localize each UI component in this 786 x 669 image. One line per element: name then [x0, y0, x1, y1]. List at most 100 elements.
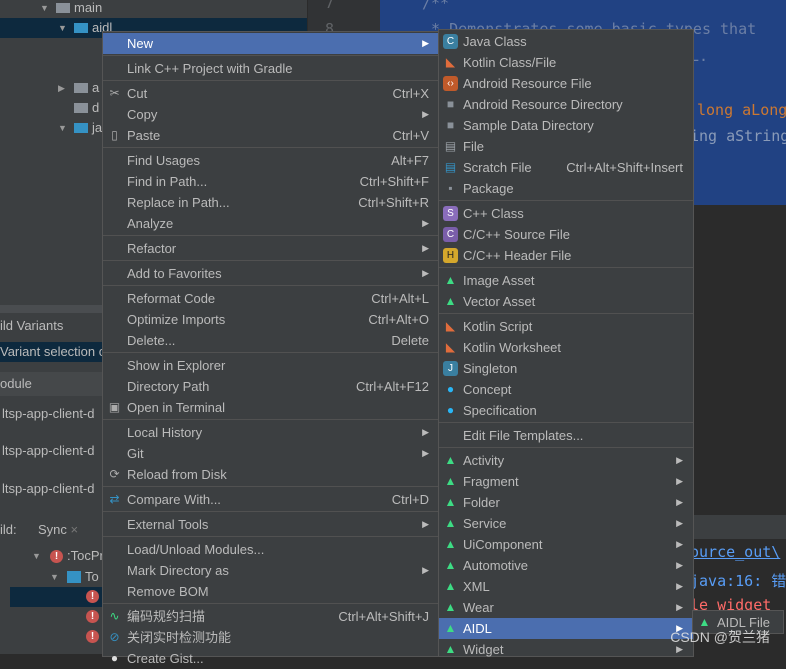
- menu-item-label: New: [127, 36, 154, 51]
- menu-item-create-gist[interactable]: ● Create Gist...: [103, 648, 439, 669]
- tab-sync[interactable]: Sync ×: [38, 520, 78, 540]
- menu-separator: [439, 267, 693, 268]
- menu-item-java-class[interactable]: C Java Class: [439, 31, 693, 52]
- menu-item-label: 关闭实时检测功能: [127, 630, 232, 645]
- menu-item-find-in-path[interactable]: Find in Path... Ctrl+Shift+F: [103, 171, 439, 192]
- menu-item-service[interactable]: ▲ Service ▶: [439, 513, 693, 534]
- menu-item[interactable]: ∿ 编码规约扫描 Ctrl+Alt+Shift+J: [103, 606, 439, 627]
- menu-item-singleton[interactable]: J Singleton: [439, 358, 693, 379]
- menu-item-directory-path[interactable]: Directory Path Ctrl+Alt+F12: [103, 376, 439, 397]
- menu-item-reload-from-disk[interactable]: ⟳ Reload from Disk: [103, 464, 439, 485]
- menu-item-image-asset[interactable]: ▲ Image Asset: [439, 270, 693, 291]
- menu-item-load-unload-modules[interactable]: Load/Unload Modules...: [103, 539, 439, 560]
- shortcut-label: Ctrl+V: [392, 128, 429, 143]
- menu-item-fragment[interactable]: ▲ Fragment ▶: [439, 471, 693, 492]
- menu-item-c-class[interactable]: S C++ Class: [439, 203, 693, 224]
- menu-item-package[interactable]: ▪ Package: [439, 178, 693, 199]
- context-menu: New ▶ Link C++ Project with Gradle ✂ Cut Ctrl…: [102, 31, 440, 666]
- menu-item-copy[interactable]: Copy ▶: [103, 104, 439, 125]
- menu-item-label: Android Resource Directory: [463, 97, 623, 112]
- menu-item-label: Delete...: [127, 333, 176, 348]
- menu-item-show-in-explorer[interactable]: Show in Explorer: [103, 355, 439, 376]
- menu-item-xml[interactable]: ▲ XML ▶: [439, 576, 693, 597]
- menu-item-label: Vector Asset: [463, 294, 536, 309]
- shortcut-label: Ctrl+Shift+F: [359, 174, 429, 189]
- menu-item-add-to-favorites[interactable]: Add to Favorites ▶: [103, 263, 439, 284]
- menu-item-cut[interactable]: ✂ Cut Ctrl+X: [103, 83, 439, 104]
- menu-item-folder[interactable]: ▲ Folder ▶: [439, 492, 693, 513]
- menu-item-vector-asset[interactable]: ▲ Vector Asset: [439, 291, 693, 312]
- menu-separator: [103, 80, 439, 81]
- menu-separator: [439, 200, 693, 201]
- menu-item-open-in-terminal[interactable]: ▣ Open in Terminal: [103, 397, 439, 418]
- menu-item-label: Cut: [127, 86, 148, 101]
- menu-item-activity[interactable]: ▲ Activity ▶: [439, 450, 693, 471]
- menu-item[interactable]: ⊘ 关闭实时检测功能: [103, 627, 439, 648]
- chevron-right-icon: ▶: [422, 427, 429, 437]
- menu-item-compare-with[interactable]: ⇄ Compare With... Ctrl+D: [103, 489, 439, 510]
- new-submenu: C Java Class ◣ Kotlin Class/File ‹› Android R…: [438, 29, 694, 657]
- menu-item-optimize-imports[interactable]: Optimize Imports Ctrl+Alt+O: [103, 309, 439, 330]
- menu-item-automotive[interactable]: ▲ Automotive ▶: [439, 555, 693, 576]
- menu-item-refactor[interactable]: Refactor ▶: [103, 238, 439, 259]
- menu-item-external-tools[interactable]: External Tools ▶: [103, 514, 439, 535]
- tree-item-main[interactable]: ▼ main: [0, 0, 307, 18]
- menu-item-android-resource-directory[interactable]: ■ Android Resource Directory: [439, 94, 693, 115]
- menu-item-file[interactable]: ▤ File: [439, 136, 693, 157]
- menu-item-kotlin-class-file[interactable]: ◣ Kotlin Class/File: [439, 52, 693, 73]
- menu-item-mark-directory-as[interactable]: Mark Directory as ▶: [103, 560, 439, 581]
- menu-item-label: Link C++ Project with Gradle: [127, 61, 293, 76]
- menu-item-wear[interactable]: ▲ Wear ▶: [439, 597, 693, 618]
- menu-item-new[interactable]: New ▶: [103, 33, 439, 54]
- menu-item-label: Show in Explorer: [127, 358, 226, 373]
- menu-item-find-usages[interactable]: Find Usages Alt+F7: [103, 150, 439, 171]
- menu-item-scratch-file[interactable]: ▤ Scratch File Ctrl+Alt+Shift+Insert: [439, 157, 693, 178]
- shortcut-label: Alt+F7: [391, 153, 429, 168]
- menu-item-uicomponent[interactable]: ▲ UiComponent ▶: [439, 534, 693, 555]
- menu-item-replace-in-path[interactable]: Replace in Path... Ctrl+Shift+R: [103, 192, 439, 213]
- shortcut-label: Ctrl+Alt+O: [368, 312, 429, 327]
- shortcut-label: Ctrl+D: [391, 492, 429, 507]
- shortcut-label: Delete: [391, 333, 429, 348]
- menu-item-kotlin-worksheet[interactable]: ◣ Kotlin Worksheet: [439, 337, 693, 358]
- menu-item-sample-data-directory[interactable]: ■ Sample Data Directory: [439, 115, 693, 136]
- chevron-right-icon: ▶: [676, 602, 683, 612]
- shortcut-label: Ctrl+Alt+Shift+Insert: [566, 160, 683, 175]
- console-link[interactable]: java:16: 错: [690, 570, 786, 591]
- menu-item-c-c-header-file[interactable]: H C/C++ Header File: [439, 245, 693, 266]
- menu-item-local-history[interactable]: Local History ▶: [103, 422, 439, 443]
- menu-item-label: XML: [463, 579, 490, 594]
- menu-item-aidl[interactable]: ▲ AIDL ▶: [439, 618, 693, 639]
- android-icon: ▲: [444, 579, 457, 593]
- menu-item-git[interactable]: Git ▶: [103, 443, 439, 464]
- chevron-right-icon: ▶: [676, 518, 683, 528]
- menu-item-label: Create Gist...: [127, 651, 204, 666]
- shortcut-label: Ctrl+Alt+L: [371, 291, 429, 306]
- shortcut-label: Ctrl+Shift+R: [358, 195, 429, 210]
- menu-item-concept[interactable]: ● Concept: [439, 379, 693, 400]
- menu-item-c-c-source-file[interactable]: C C/C++ Source File: [439, 224, 693, 245]
- menu-item-delete[interactable]: Delete... Delete: [103, 330, 439, 351]
- menu-item-reformat-code[interactable]: Reformat Code Ctrl+Alt+L: [103, 288, 439, 309]
- menu-item-label: C++ Class: [463, 206, 524, 221]
- menu-item-link-c-project-with-gradle[interactable]: Link C++ Project with Gradle: [103, 58, 439, 79]
- console-link[interactable]: ource_out\: [690, 543, 780, 561]
- android-icon: ▲: [444, 453, 457, 467]
- menu-separator: [103, 486, 439, 487]
- java-class-icon: C: [443, 34, 458, 49]
- menu-item-kotlin-script[interactable]: ◣ Kotlin Script: [439, 316, 693, 337]
- menu-item-edit-file-templates[interactable]: Edit File Templates...: [439, 425, 693, 446]
- menu-item-label: Kotlin Worksheet: [463, 340, 562, 355]
- menu-item-paste[interactable]: ▯ Paste Ctrl+V: [103, 125, 439, 146]
- watermark: CSDN @贺兰猪: [670, 629, 770, 645]
- menu-item-label: Optimize Imports: [127, 312, 226, 327]
- menu-item-android-resource-file[interactable]: ‹› Android Resource File: [439, 73, 693, 94]
- close-icon[interactable]: ×: [71, 522, 79, 537]
- menu-item-widget[interactable]: ▲ Widget ▶: [439, 639, 693, 660]
- menu-separator: [103, 419, 439, 420]
- shortcut-label: Ctrl+Alt+F12: [356, 379, 429, 394]
- menu-item-label: File: [463, 139, 484, 154]
- menu-item-specification[interactable]: ● Specification: [439, 400, 693, 421]
- menu-item-analyze[interactable]: Analyze ▶: [103, 213, 439, 234]
- menu-item-remove-bom[interactable]: Remove BOM: [103, 581, 439, 602]
